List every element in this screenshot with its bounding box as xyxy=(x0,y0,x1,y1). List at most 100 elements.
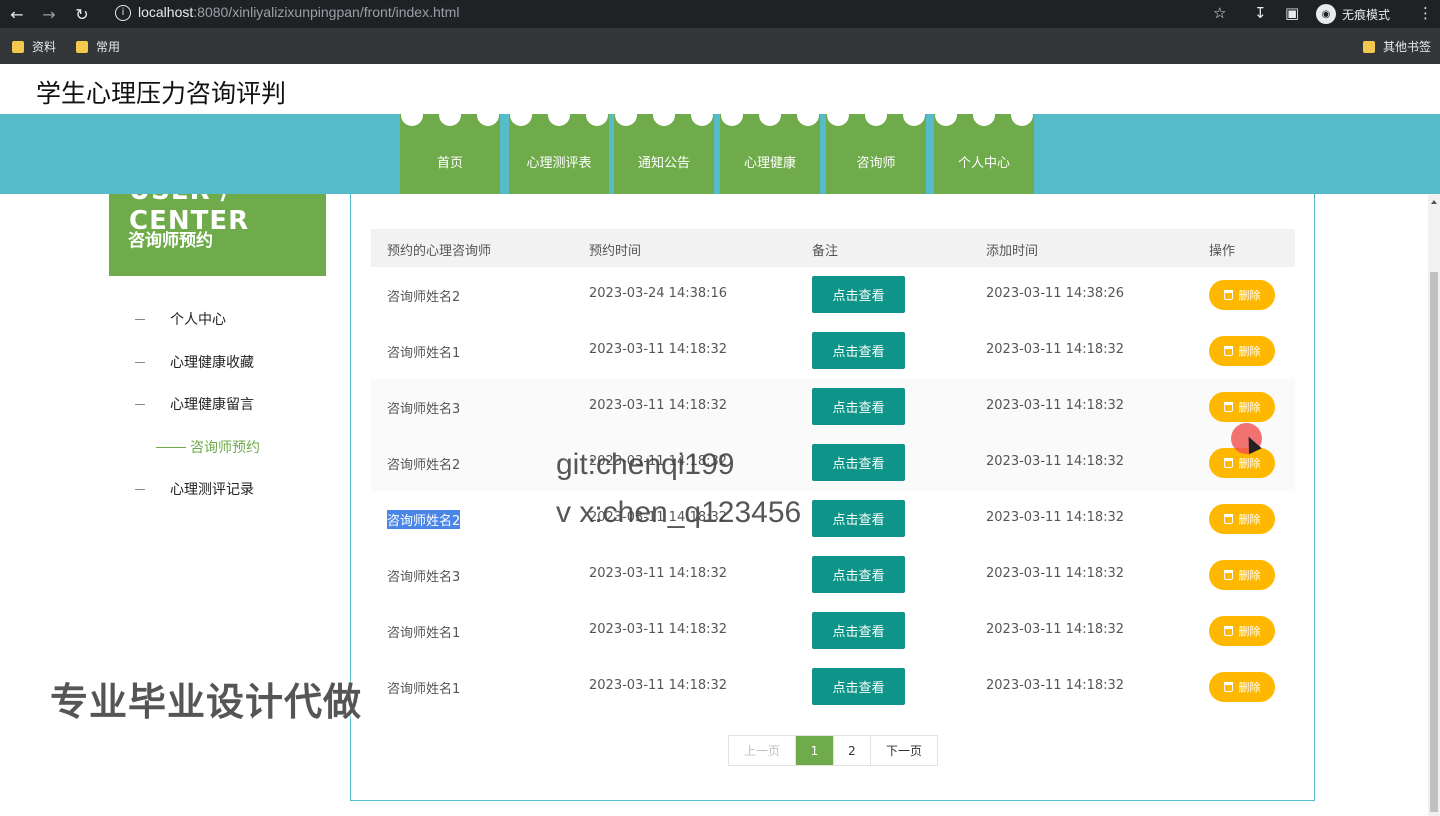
view-remark-button[interactable]: 点击查看 xyxy=(812,668,905,705)
scallop-decor xyxy=(477,104,499,126)
bookmark-label: 资料 xyxy=(32,40,57,54)
header-counselor: 预约的心理咨询师 xyxy=(387,244,492,259)
bookmark-folder-0[interactable]: 资料 xyxy=(12,38,56,55)
delete-button[interactable]: 删除 xyxy=(1209,560,1275,590)
table-row: 咨询师姓名3 2023-03-11 14:18:32 2023-03-11 14:1… xyxy=(371,379,1295,435)
download-icon[interactable]: ↧ xyxy=(1254,4,1267,22)
view-remark-button[interactable]: 点击查看 xyxy=(812,444,905,481)
cell-added-time: 2023-03-11 14:18:32 xyxy=(986,398,1125,413)
table-row: 咨询师姓名2 2023-03-11 14:18:32 2023-03-11 14:1… xyxy=(371,491,1295,547)
scroll-thumb[interactable] xyxy=(1430,272,1438,812)
scallop-decor xyxy=(759,104,781,126)
delete-button[interactable]: 删除 xyxy=(1209,280,1275,310)
view-remark-button[interactable]: 点击查看 xyxy=(812,556,905,593)
pagination: 上一页 1 2 下一页 xyxy=(728,735,938,766)
trash-icon xyxy=(1223,290,1233,300)
dash-icon xyxy=(135,318,145,320)
table-row: 咨询师姓名1 2023-03-11 14:18:32 2023-03-11 14:1… xyxy=(371,323,1295,379)
sidebar-item-messages[interactable]: 心理健康留言 xyxy=(135,394,254,414)
scallop-decor xyxy=(1011,104,1033,126)
scallop-decor xyxy=(865,104,887,126)
url-host: localhost xyxy=(138,4,194,20)
cell-counselor: 咨询师姓名1 xyxy=(387,346,461,361)
sidebar-item-label: 咨询师预约 xyxy=(190,440,260,456)
other-bookmarks[interactable]: 其他书签 xyxy=(1363,38,1431,55)
forward-icon[interactable]: → xyxy=(38,3,60,25)
site-info-icon[interactable]: i xyxy=(115,5,131,21)
page-button-1[interactable]: 1 xyxy=(796,736,834,765)
trash-icon xyxy=(1223,514,1233,524)
sidebar-item-favorites[interactable]: 心理健康收藏 xyxy=(135,352,254,372)
delete-label: 删除 xyxy=(1238,457,1261,470)
delete-label: 删除 xyxy=(1238,401,1261,414)
incognito-indicator[interactable]: ◉ 无痕模式 xyxy=(1316,4,1390,24)
scallop-decor xyxy=(691,104,713,126)
delete-button[interactable]: 删除 xyxy=(1209,336,1275,366)
delete-label: 删除 xyxy=(1238,513,1261,526)
view-remark-button[interactable]: 点击查看 xyxy=(812,388,905,425)
scallop-decor xyxy=(615,104,637,126)
watermark-git: git:chenqi199 xyxy=(556,448,735,481)
delete-button[interactable]: 删除 xyxy=(1209,616,1275,646)
scroll-up-icon[interactable] xyxy=(1431,200,1437,204)
prev-page-button[interactable]: 上一页 xyxy=(729,736,796,765)
dash-icon xyxy=(156,446,186,448)
star-icon[interactable]: ☆ xyxy=(1213,4,1226,22)
scallop-decor xyxy=(973,104,995,126)
view-remark-button[interactable]: 点击查看 xyxy=(812,332,905,369)
page-scrollbar[interactable] xyxy=(1428,194,1440,816)
cell-added-time: 2023-03-11 14:18:32 xyxy=(986,678,1125,693)
header-remark: 备注 xyxy=(812,244,839,259)
sidebar-item-label: 心理健康收藏 xyxy=(170,355,254,371)
watermark-wechat: v x:chen_q123456 xyxy=(556,496,802,529)
bookmark-folder-1[interactable]: 常用 xyxy=(76,38,120,55)
bookmark-label: 常用 xyxy=(96,40,121,54)
trash-icon xyxy=(1223,402,1233,412)
incognito-label: 无痕模式 xyxy=(1342,7,1391,22)
sidebar-item-label: 个人中心 xyxy=(170,312,226,328)
view-remark-button[interactable]: 点击查看 xyxy=(812,276,905,313)
nav-label: 通知公告 xyxy=(637,156,690,171)
sidebar-item-appointments[interactable]: 咨询师预约 xyxy=(156,437,260,457)
bookmarks-bar: 资料 常用 其他书签 xyxy=(0,28,1440,64)
delete-button[interactable]: 删除 xyxy=(1209,672,1275,702)
sidebar-item-user-center[interactable]: 个人中心 xyxy=(135,309,226,329)
cell-counselor: 咨询师姓名2 xyxy=(387,510,461,529)
back-icon[interactable]: ← xyxy=(6,3,28,25)
trash-icon xyxy=(1223,626,1233,636)
watermark-ad: 专业毕业设计代做 xyxy=(50,680,363,724)
next-page-button[interactable]: 下一页 xyxy=(871,736,937,765)
incognito-icon: ◉ xyxy=(1316,4,1336,24)
menu-icon[interactable]: ⋮ xyxy=(1418,4,1433,22)
sidebar-item-test-records[interactable]: 心理测评记录 xyxy=(135,479,254,499)
page-button-2[interactable]: 2 xyxy=(834,736,871,765)
delete-button[interactable]: 删除 xyxy=(1209,504,1275,534)
sidepanel-icon[interactable]: ▣ xyxy=(1285,4,1299,22)
scallop-decor xyxy=(797,104,819,126)
header-added: 添加时间 xyxy=(986,244,1039,259)
cell-added-time: 2023-03-11 14:18:32 xyxy=(986,566,1125,581)
reload-icon[interactable]: ↻ xyxy=(71,3,93,25)
trash-icon xyxy=(1223,458,1233,468)
site-title: 学生心理压力咨询评判 xyxy=(36,80,287,108)
address-bar[interactable]: localhost:8080/xinliyalizixunpingpan/fro… xyxy=(138,4,459,20)
nav-label: 首页 xyxy=(436,156,463,171)
cell-appointment-time: 2023-03-11 14:18:32 xyxy=(589,566,728,581)
scallop-decor xyxy=(439,104,461,126)
trash-icon xyxy=(1223,346,1233,356)
table-row: 咨询师姓名1 2023-03-11 14:18:32 2023-03-11 14:1… xyxy=(371,603,1295,659)
sidebar-header: USER / CENTER 咨询师预约 xyxy=(109,194,326,276)
cell-added-time: 2023-03-11 14:18:32 xyxy=(986,622,1125,637)
view-remark-button[interactable]: 点击查看 xyxy=(812,500,905,537)
scallop-decor xyxy=(548,104,570,126)
scallop-decor xyxy=(401,104,423,126)
nav-label: 咨询师 xyxy=(856,156,896,171)
browser-toolbar: ← → ↻ i localhost:8080/xinliyalizixunpin… xyxy=(0,0,1440,28)
cell-counselor: 咨询师姓名3 xyxy=(387,402,461,417)
view-remark-button[interactable]: 点击查看 xyxy=(812,612,905,649)
header-actions: 操作 xyxy=(1209,244,1236,259)
cell-added-time: 2023-03-11 14:38:26 xyxy=(986,286,1125,301)
cell-counselor: 咨询师姓名2 xyxy=(387,458,461,473)
cell-added-time: 2023-03-11 14:18:32 xyxy=(986,510,1125,525)
delete-button[interactable]: 删除 xyxy=(1209,392,1275,422)
